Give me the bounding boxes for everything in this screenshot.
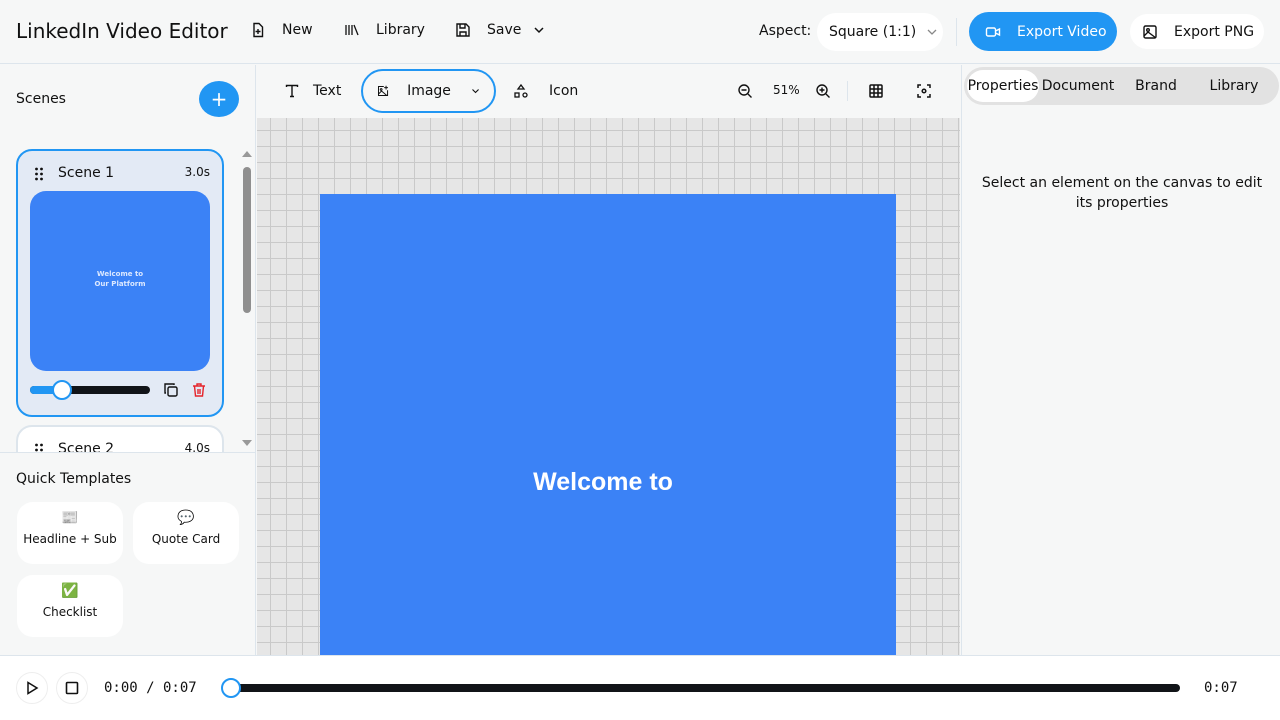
- add-icon-button[interactable]: Icon: [513, 69, 578, 113]
- zoom-out-icon[interactable]: [737, 83, 753, 99]
- add-text-button[interactable]: Text: [285, 69, 341, 113]
- quick-templates-heading: Quick Templates: [16, 471, 132, 487]
- save-button[interactable]: Save: [455, 22, 545, 38]
- thumb-line: Our Platform: [94, 280, 146, 288]
- new-button[interactable]: New: [250, 22, 313, 38]
- new-label: New: [282, 22, 313, 38]
- export-png-label: Export PNG: [1174, 23, 1255, 40]
- zoom-level: 51%: [773, 83, 800, 97]
- library-icon: [345, 24, 359, 36]
- panel-tabs: Properties Document Brand Library: [964, 67, 1279, 105]
- scene-thumbnail[interactable]: Welcome to Our Platform: [30, 191, 210, 371]
- template-quote-card[interactable]: 💬 Quote Card: [133, 502, 239, 564]
- empty-selection-hint: Select an element on the canvas to edit …: [981, 175, 1263, 211]
- scene-duration: 3.0s: [184, 165, 210, 179]
- scene-duration-slider[interactable]: [30, 380, 150, 400]
- text-icon: [285, 84, 299, 98]
- fit-screen-icon[interactable]: [916, 83, 932, 99]
- total-time: 0:07: [1204, 680, 1238, 696]
- scene-name: Scene 2: [58, 441, 115, 452]
- chevron-down-icon: [927, 29, 937, 35]
- timeline-scrubber[interactable]: [221, 678, 1180, 698]
- save-label: Save: [487, 22, 522, 38]
- speech-bubble-icon: 💬: [177, 510, 195, 526]
- canvas-text-element[interactable]: Welcome to: [320, 468, 886, 497]
- drag-handle-icon[interactable]: [34, 167, 44, 181]
- scrubber-knob[interactable]: [221, 678, 241, 698]
- image-plus-icon: [378, 85, 389, 97]
- divider: [847, 81, 848, 101]
- aspect-value: Square (1:1): [829, 24, 917, 40]
- scene-duration: 4.0s: [184, 441, 210, 452]
- scenes-sidebar: Scenes + Scene 1 3.0s Welcome to Our Pla…: [0, 65, 256, 655]
- plus-icon: +: [210, 87, 228, 111]
- template-label: Headline + Sub: [23, 532, 117, 546]
- add-scene-button[interactable]: +: [199, 81, 239, 117]
- tab-brand[interactable]: Brand: [1117, 70, 1195, 102]
- library-button[interactable]: Library: [344, 22, 425, 38]
- text-label: Text: [313, 83, 342, 99]
- add-image-button[interactable]: Image: [361, 69, 496, 113]
- icon-label: Icon: [549, 83, 579, 99]
- canvas-area[interactable]: Welcome to: [257, 118, 960, 655]
- tab-library[interactable]: Library: [1195, 70, 1273, 102]
- image-icon: [1143, 24, 1157, 39]
- canvas-toolbar: Text Image Icon 51%: [257, 65, 960, 118]
- aspect-select[interactable]: Square (1:1): [817, 13, 943, 51]
- scroll-up-icon[interactable]: [242, 151, 252, 157]
- template-headline-sub[interactable]: 📰 Headline + Sub: [17, 502, 123, 564]
- scene-list: Scene 1 3.0s Welcome to Our Platform Sce…: [0, 149, 256, 452]
- top-bar: LinkedIn Video Editor New Library Save A…: [0, 0, 1280, 64]
- scene-card[interactable]: Scene 1 3.0s Welcome to Our Platform: [16, 149, 224, 417]
- grid-icon[interactable]: [868, 83, 884, 99]
- play-button[interactable]: [16, 672, 48, 704]
- chevron-down-icon[interactable]: [533, 24, 545, 36]
- image-label: Image: [407, 83, 451, 99]
- stop-icon: [65, 681, 79, 695]
- duplicate-icon[interactable]: [163, 382, 179, 398]
- divider: [0, 452, 256, 453]
- template-checklist[interactable]: ✅ Checklist: [17, 575, 123, 637]
- export-video-button[interactable]: Export Video: [969, 12, 1117, 51]
- video-icon: [985, 26, 1001, 37]
- aspect-label: Aspect:: [759, 23, 812, 39]
- app-title: LinkedIn Video Editor: [16, 19, 228, 43]
- scene-list-scrollbar[interactable]: [241, 149, 253, 452]
- scenes-heading: Scenes: [16, 91, 66, 107]
- scrollbar-thumb[interactable]: [243, 167, 251, 313]
- drag-handle-icon[interactable]: [34, 443, 44, 452]
- divider: [956, 18, 957, 46]
- play-icon: [27, 681, 39, 695]
- scroll-down-icon[interactable]: [242, 440, 252, 446]
- export-video-label: Export Video: [1017, 23, 1107, 40]
- tab-document[interactable]: Document: [1039, 70, 1117, 102]
- stop-button[interactable]: [56, 672, 88, 704]
- template-label: Quote Card: [151, 532, 221, 546]
- thumb-line: Welcome to: [96, 270, 144, 278]
- scene-name: Scene 1: [58, 165, 115, 181]
- newspaper-icon: 📰: [61, 510, 79, 526]
- tab-properties[interactable]: Properties: [967, 70, 1039, 102]
- zoom-in-icon[interactable]: [815, 83, 831, 99]
- library-label: Library: [376, 22, 425, 38]
- shapes-icon: [514, 83, 528, 98]
- chevron-down-icon: [472, 89, 479, 94]
- properties-panel: Properties Document Brand Library Select…: [961, 65, 1280, 655]
- save-icon: [456, 23, 470, 37]
- current-time: 0:00 / 0:07: [104, 680, 197, 696]
- slider-knob[interactable]: [52, 380, 73, 400]
- new-file-icon: [253, 22, 264, 38]
- scene-card[interactable]: Scene 2 4.0s: [16, 425, 224, 452]
- export-png-button[interactable]: Export PNG: [1130, 14, 1264, 49]
- check-icon: ✅: [61, 583, 79, 599]
- trash-icon[interactable]: [191, 382, 207, 398]
- template-label: Checklist: [42, 605, 98, 619]
- playback-bar: 0:00 / 0:07 0:07: [0, 655, 1280, 720]
- artboard[interactable]: Welcome to: [320, 194, 896, 655]
